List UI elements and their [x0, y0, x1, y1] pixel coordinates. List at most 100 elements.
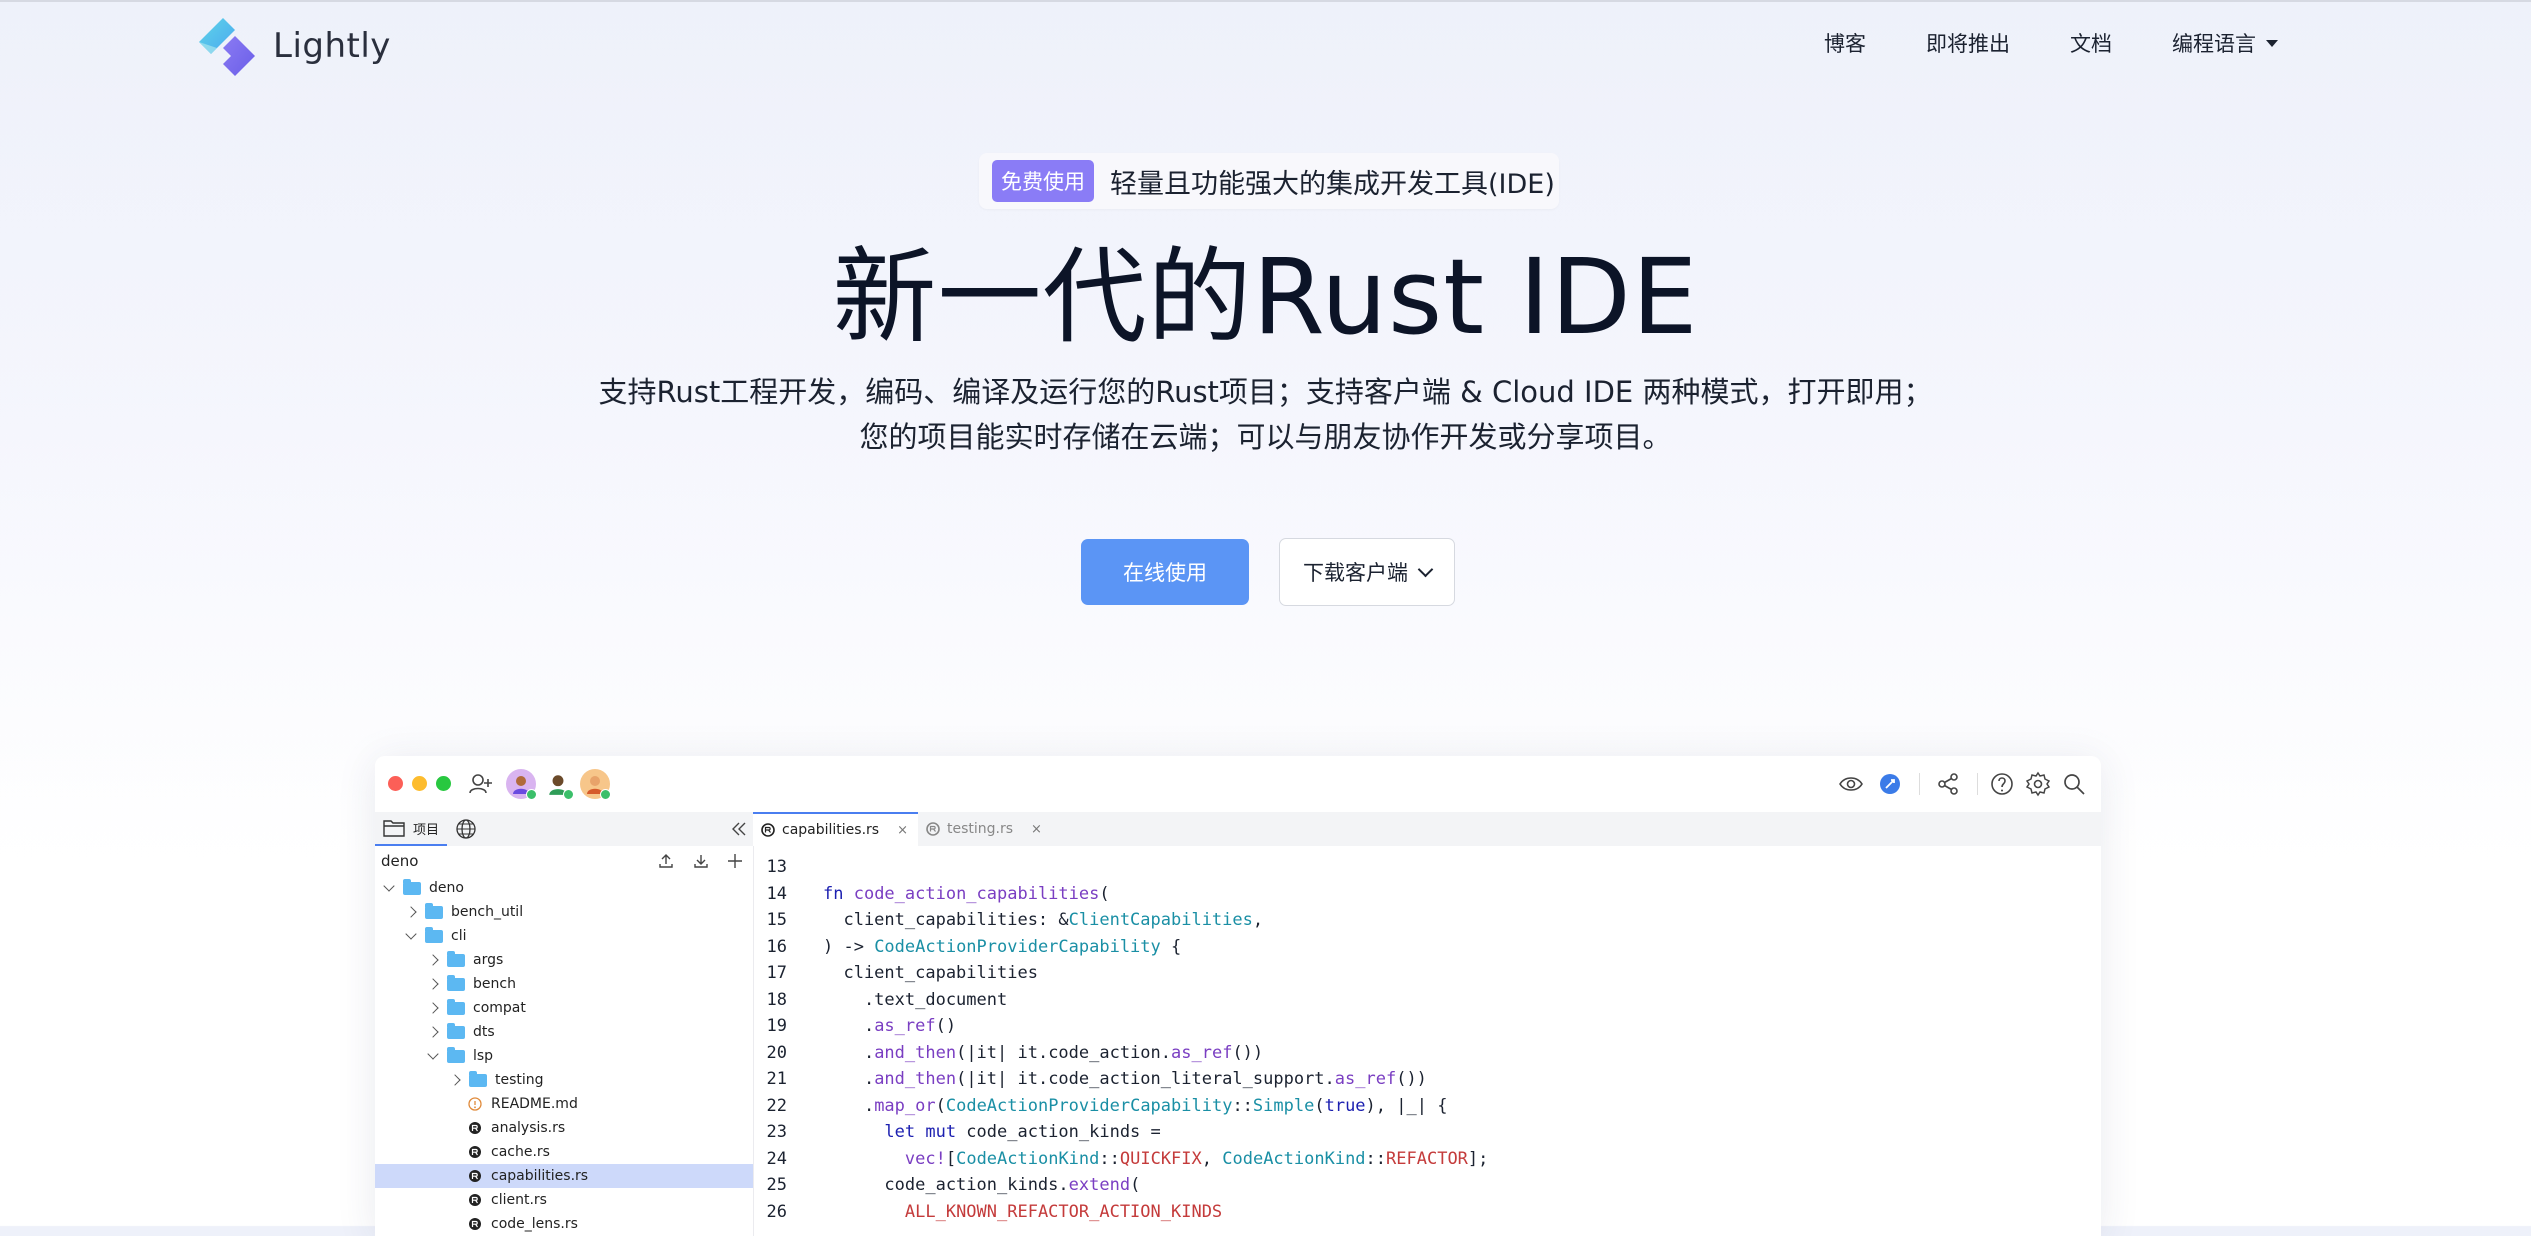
tree-folder[interactable]: args	[375, 948, 753, 972]
avatar-user-3[interactable]	[580, 769, 611, 800]
chevron-right-icon[interactable]	[449, 1074, 461, 1086]
line-number: 25	[766, 1175, 787, 1196]
rust-file-icon	[468, 1193, 482, 1207]
close-tab-icon[interactable]: ×	[1031, 822, 1042, 837]
code-token: ::	[1232, 1095, 1253, 1116]
chevron-right-icon[interactable]	[427, 978, 439, 990]
eye-icon[interactable]	[1837, 770, 1865, 798]
settings-gear-icon[interactable]	[2024, 770, 2052, 798]
upload-icon[interactable]	[658, 853, 674, 869]
brand-logo[interactable]: Lightly	[193, 16, 391, 76]
code-line: 19 .as_ref()	[753, 1013, 2101, 1040]
editor-tab-capabilities[interactable]: capabilities.rs ×	[753, 812, 918, 846]
editor-tab-testing[interactable]: testing.rs ×	[918, 812, 1052, 846]
avatar-user-1[interactable]	[506, 769, 537, 800]
tree-file[interactable]: README.md	[375, 1092, 753, 1116]
tab-web[interactable]	[447, 812, 485, 846]
chevron-down-icon[interactable]	[427, 1048, 439, 1060]
folder-icon	[447, 950, 465, 967]
ide-preview: 项目 deno deno bench_util cli args bench c…	[375, 756, 2101, 1236]
code-token: (	[1099, 883, 1110, 904]
window-minimize-dot[interactable]	[412, 776, 427, 791]
tree-item-label: cli	[451, 928, 467, 944]
tree-folder[interactable]: testing	[375, 1068, 753, 1092]
free-pill: 免费使用	[992, 160, 1094, 202]
download-icon[interactable]	[693, 853, 709, 869]
nav-language-menu[interactable]: 编程语言	[2172, 28, 2278, 58]
code-token: ::	[1099, 1148, 1120, 1169]
tree-item-label: compat	[473, 1000, 526, 1016]
ide-titlebar	[375, 756, 2101, 812]
tree-file[interactable]: client.rs	[375, 1188, 753, 1212]
add-file-icon[interactable]	[727, 853, 743, 869]
code-token: ), |_| {	[1365, 1095, 1448, 1116]
code-token: QUICKFIX	[1119, 1148, 1202, 1169]
live-share-icon[interactable]	[1876, 770, 1904, 798]
collapse-sidebar-icon[interactable]	[731, 822, 747, 836]
code-token: client_capabilities	[823, 963, 1038, 984]
help-icon[interactable]	[1988, 770, 2016, 798]
lightly-logo-icon	[199, 18, 255, 76]
code-text: client_capabilities	[823, 963, 1038, 984]
code-line: 18 .text_document	[753, 987, 2101, 1014]
code-area[interactable]: 13 14 fn code_action_capabilities(15 clien…	[753, 846, 2101, 1225]
code-token: ) ->	[823, 936, 875, 957]
tree-item-label: bench_util	[451, 904, 524, 920]
code-text: .map_or(CodeActionProviderCapability::Si…	[823, 1095, 1448, 1116]
tree-file[interactable]: code_lens.rs	[375, 1212, 753, 1236]
chevron-right-icon[interactable]	[427, 1002, 439, 1014]
chevron-right-icon[interactable]	[427, 954, 439, 966]
tree-folder[interactable]: bench_util	[375, 900, 753, 924]
code-token: ];	[1467, 1148, 1489, 1169]
tree-folder[interactable]: deno	[375, 876, 753, 900]
tree-folder[interactable]: cli	[375, 924, 753, 948]
tree-folder[interactable]: lsp	[375, 1044, 753, 1068]
code-token: ::	[1365, 1148, 1387, 1169]
close-tab-icon[interactable]: ×	[897, 823, 908, 838]
tree-item-label: capabilities.rs	[491, 1168, 589, 1184]
chevron-down-icon[interactable]	[383, 880, 395, 892]
nav-blog[interactable]: 博客	[1824, 28, 1866, 58]
tree-folder[interactable]: dts	[375, 1020, 753, 1044]
code-token: (	[935, 1095, 946, 1116]
code-token: vec!	[904, 1148, 946, 1169]
code-line: 14 fn code_action_capabilities(	[753, 881, 2101, 908]
search-icon[interactable]	[2060, 770, 2088, 798]
download-client-button[interactable]: 下载客户端	[1279, 538, 1455, 606]
line-number: 14	[766, 883, 787, 904]
chevron-down-icon[interactable]	[405, 928, 417, 940]
tree-folder[interactable]: compat	[375, 996, 753, 1020]
code-text: ALL_KNOWN_REFACTOR_ACTION_KINDS	[823, 1202, 1222, 1222]
code-token: Simple	[1252, 1095, 1315, 1116]
code-text: let mut code_action_kinds =	[823, 1122, 1160, 1142]
tree-item-label: README.md	[491, 1096, 578, 1112]
code-text: ) -> CodeActionProviderCapability {	[823, 937, 1181, 957]
avatar-user-2[interactable]	[543, 769, 574, 800]
code-line: 21 .and_then(|it| it.code_action_literal…	[753, 1066, 2101, 1093]
rust-file-icon	[468, 1217, 482, 1231]
code-token: as_ref	[874, 1016, 936, 1037]
line-number: 26	[766, 1201, 787, 1222]
code-token: CodeActionProviderCapability	[945, 1095, 1233, 1116]
code-line: 20 .and_then(|it| it.code_action.as_ref(…	[753, 1040, 2101, 1067]
tab-project[interactable]: 项目	[375, 812, 448, 846]
share-icon[interactable]	[1934, 770, 1962, 798]
window-maximize-dot[interactable]	[436, 776, 451, 791]
chevron-right-icon[interactable]	[427, 1026, 439, 1038]
tree-folder[interactable]: bench	[375, 972, 753, 996]
toolbar-divider	[1919, 773, 1920, 795]
chevron-right-icon[interactable]	[405, 906, 417, 918]
hero-subtitle: 支持Rust工程开发，编码、编译及运行您的Rust项目；支持客户端 & Clou…	[0, 370, 2531, 460]
tree-file[interactable]: capabilities.rs	[375, 1164, 753, 1188]
use-online-button[interactable]: 在线使用	[1081, 539, 1249, 605]
tree-file[interactable]: analysis.rs	[375, 1116, 753, 1140]
nav-coming-soon[interactable]: 即将推出	[1926, 28, 2010, 58]
line-number: 21	[766, 1069, 787, 1090]
tree-file[interactable]: cache.rs	[375, 1140, 753, 1164]
nav-docs[interactable]: 文档	[2070, 28, 2112, 58]
code-token: [	[945, 1148, 957, 1169]
folder-outline-icon	[383, 820, 405, 837]
window-close-dot[interactable]	[388, 776, 403, 791]
line-number: 22	[766, 1095, 787, 1116]
add-user-icon[interactable]	[467, 770, 495, 798]
